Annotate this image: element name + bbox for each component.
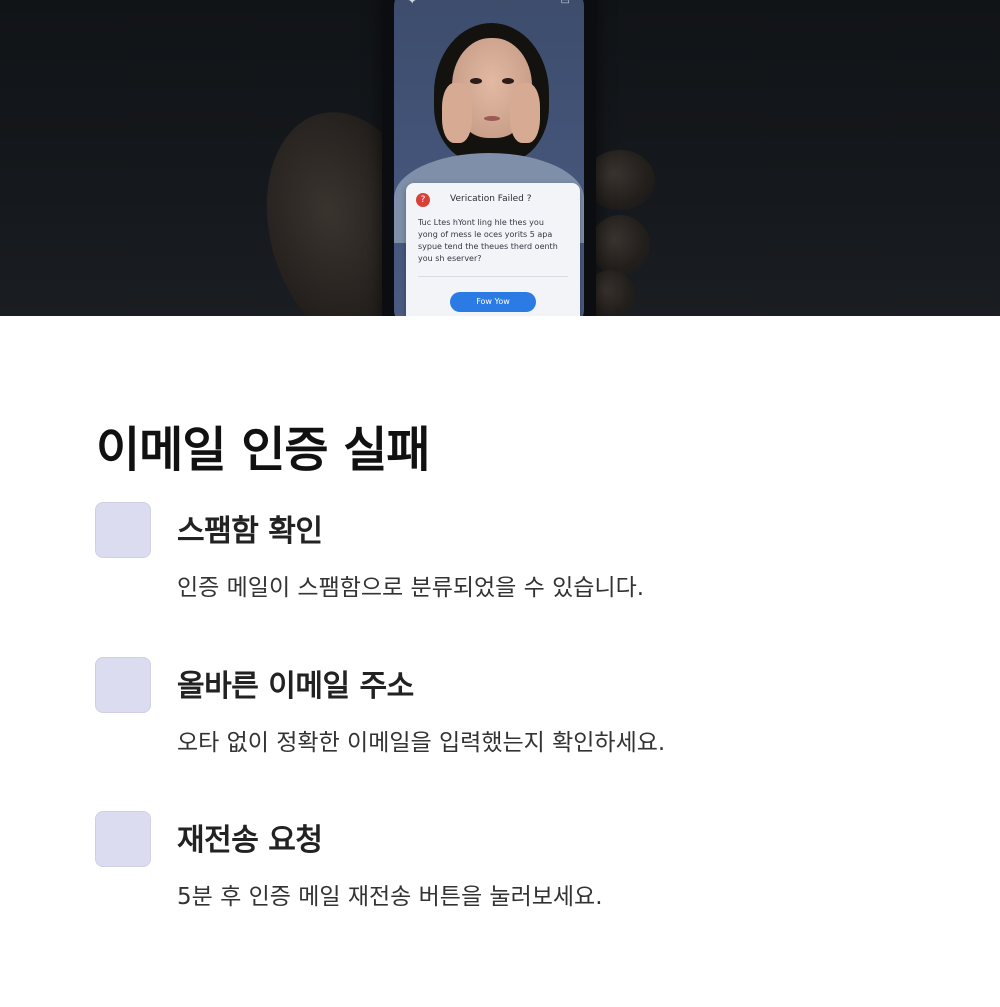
dialog-body-line: yong of mess le oces yorits 5 apa bbox=[418, 230, 553, 239]
phone-screen: ✦ ▭ ? Verication Failed ? Tuc Ltes hYont… bbox=[394, 0, 584, 316]
hero-image: ✦ ▭ ? Verication Failed ? Tuc Ltes hYont… bbox=[0, 0, 1000, 316]
signal-icon: ✦ bbox=[408, 0, 417, 7]
page-title: 이메일 인증 실패 bbox=[96, 422, 431, 478]
dialog-body-line: you sh eserver? bbox=[418, 254, 482, 263]
list-item-spam: 스팸함 확인 인증 메일이 스팸함으로 분류되었을 수 있습니다. bbox=[95, 502, 895, 612]
divider bbox=[418, 276, 568, 277]
dialog-button[interactable]: Fow Yow bbox=[450, 292, 536, 312]
list-item-resend: 재전송 요청 5분 후 인증 메일 재전송 버튼을 눌러보세요. bbox=[95, 811, 895, 921]
question-mark-icon: ? bbox=[416, 193, 430, 207]
item-description: 오타 없이 정확한 이메일을 입력했는지 확인하세요. bbox=[177, 730, 666, 756]
dialog-body-line: sypue tend the theues therd oenth bbox=[418, 242, 558, 251]
list-item-email-address: 올바른 이메일 주소 오타 없이 정확한 이메일을 입력했는지 확인하세요. bbox=[95, 657, 895, 767]
checkbox-placeholder-icon bbox=[95, 657, 151, 713]
item-description: 5분 후 인증 메일 재전송 버튼을 눌러보세요. bbox=[177, 884, 603, 910]
eye bbox=[502, 78, 514, 84]
item-title: 스팸함 확인 bbox=[177, 514, 323, 549]
item-title: 올바른 이메일 주소 bbox=[177, 669, 414, 704]
finger-shape bbox=[590, 215, 650, 275]
checkbox-placeholder-icon bbox=[95, 811, 151, 867]
dialog-body-line: Tuc Ltes hYont ling hle thes you bbox=[418, 218, 544, 227]
checkbox-placeholder-icon bbox=[95, 502, 151, 558]
error-dialog: ? Verication Failed ? Tuc Ltes hYont lin… bbox=[406, 183, 580, 316]
person-hand bbox=[510, 83, 540, 143]
dialog-body: Tuc Ltes hYont ling hle thes you yong of… bbox=[418, 217, 570, 265]
phone-device: ✦ ▭ ? Verication Failed ? Tuc Ltes hYont… bbox=[382, 0, 596, 316]
item-description: 인증 메일이 스팸함으로 분류되었을 수 있습니다. bbox=[177, 575, 645, 601]
person-hand bbox=[442, 83, 472, 143]
dialog-title: Verication Failed ? bbox=[450, 194, 532, 204]
item-title: 재전송 요청 bbox=[177, 823, 323, 858]
mouth bbox=[484, 116, 500, 121]
eye bbox=[470, 78, 482, 84]
battery-icon: ▭ bbox=[560, 0, 570, 7]
